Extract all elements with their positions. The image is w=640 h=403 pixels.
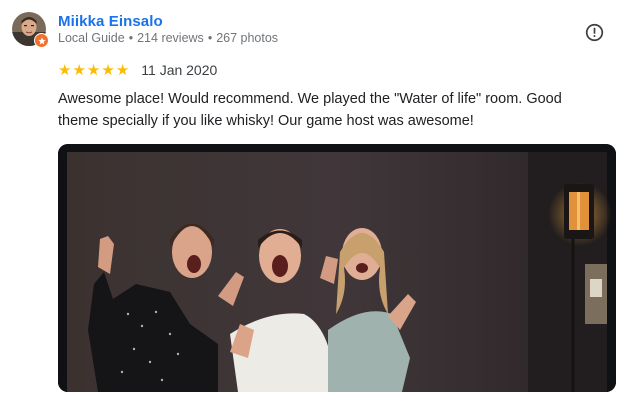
reviewer-meta: Local Guide • 214 reviews • 267 photos bbox=[58, 31, 278, 45]
meta-separator: • bbox=[128, 31, 134, 45]
review-photo[interactable] bbox=[58, 144, 616, 392]
star-icon: ★ bbox=[58, 61, 72, 79]
reviewer-name-link[interactable]: Miikka Einsalo bbox=[58, 13, 163, 30]
rating-row: ★ ★ ★ ★ ★ 11 Jan 2020 bbox=[58, 61, 217, 79]
star-icon: ★ bbox=[101, 61, 115, 79]
star-icon: ★ bbox=[72, 61, 86, 79]
local-guide-badge-icon bbox=[34, 33, 49, 48]
report-review-button[interactable] bbox=[583, 21, 605, 43]
reviewer-avatar[interactable] bbox=[12, 12, 49, 48]
star-icon: ★ bbox=[86, 61, 101, 79]
meta-separator: • bbox=[207, 31, 213, 45]
exclamation-circle-icon bbox=[585, 23, 603, 41]
review-date: 11 Jan 2020 bbox=[141, 62, 218, 78]
review-photo-image bbox=[58, 144, 616, 392]
photo-count: 267 photos bbox=[216, 31, 279, 45]
star-icon: ★ bbox=[115, 61, 130, 79]
star-rating: ★ ★ ★ ★ ★ bbox=[58, 62, 129, 78]
local-guide-label: Local Guide bbox=[58, 31, 125, 45]
review-count: 214 reviews bbox=[137, 31, 204, 45]
review-text: Awesome place! Would recommend. We playe… bbox=[58, 91, 562, 129]
